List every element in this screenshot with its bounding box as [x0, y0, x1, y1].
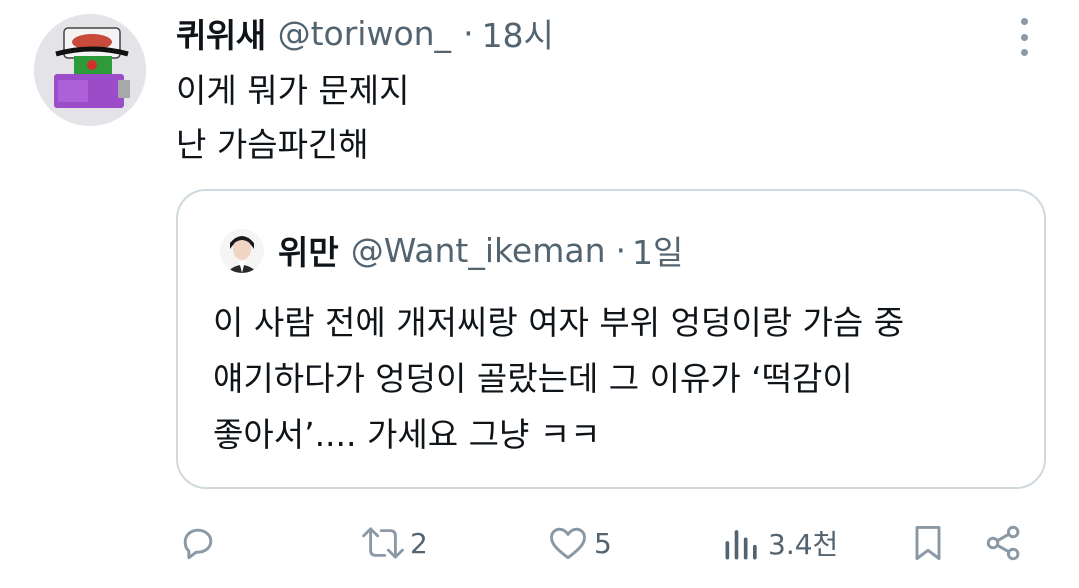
quoted-line: 얘기하다가 엉덩이 골랐는데 그 이유가 ‘떡감이 [213, 359, 853, 398]
quoted-line: 이 사람 전에 개저씨랑 여자 부위 엉덩이랑 가슴 중 [213, 303, 905, 342]
retweet-count: 2 [410, 526, 428, 560]
tweet-timestamp[interactable]: 18시 [482, 9, 554, 57]
retweet-icon [362, 527, 404, 559]
author-handle[interactable]: @toriwon_ [278, 14, 451, 53]
retweet-button[interactable]: 2 [360, 518, 428, 568]
share-icon [986, 525, 1020, 561]
bookmark-icon [915, 525, 941, 561]
reply-icon [183, 528, 213, 560]
tweet-header: 퀴위새 @toriwon_ · 18시 [176, 8, 554, 58]
quoted-author-handle: @Want_ikeman [350, 230, 606, 270]
tweet-line: 난 가슴파긴해 [176, 125, 369, 164]
quoted-line: 좋아서’.... 가세요 그냥 ㅋㅋ [213, 415, 601, 454]
share-button[interactable] [982, 518, 1026, 568]
author-name[interactable]: 퀴위새 [176, 9, 266, 57]
separator-dot: · [463, 13, 474, 53]
views-button[interactable]: 3.4천 [720, 518, 838, 568]
action-bar: 2 5 3.4천 [176, 518, 1036, 568]
quoted-tweet[interactable]: 위만 @Want_ikeman · 1일 이 사람 전에 개저씨랑 여자 부위 … [176, 189, 1046, 489]
bookmark-button[interactable] [906, 518, 950, 568]
avatar-image [34, 14, 146, 126]
more-options-icon[interactable] [1014, 18, 1034, 56]
separator-dot: · [615, 230, 627, 270]
like-button[interactable]: 5 [546, 518, 612, 568]
heart-icon [550, 527, 586, 560]
quoted-author-avatar [220, 229, 264, 273]
tweet-text: 이게 뭐가 문제지 난 가슴파긴해 [176, 64, 410, 172]
quoted-tweet-text: 이 사람 전에 개저씨랑 여자 부위 엉덩이랑 가슴 중 얘기하다가 엉덩이 골… [213, 295, 904, 463]
quoted-timestamp: 1일 [632, 233, 684, 272]
views-icon [725, 530, 757, 560]
author-avatar[interactable] [34, 14, 146, 126]
tweet-line: 이게 뭐가 문제지 [176, 71, 410, 110]
more-dot [1020, 18, 1028, 25]
reply-button[interactable] [176, 518, 220, 568]
quoted-author-name: 위만 [278, 233, 339, 272]
more-dot [1020, 33, 1028, 41]
quoted-avatar-image [220, 229, 264, 273]
quoted-tweet-header: 위만 @Want_ikeman · 1일 [278, 225, 683, 275]
more-dot [1020, 49, 1028, 56]
views-count: 3.4천 [768, 528, 839, 561]
like-count: 5 [594, 526, 612, 560]
